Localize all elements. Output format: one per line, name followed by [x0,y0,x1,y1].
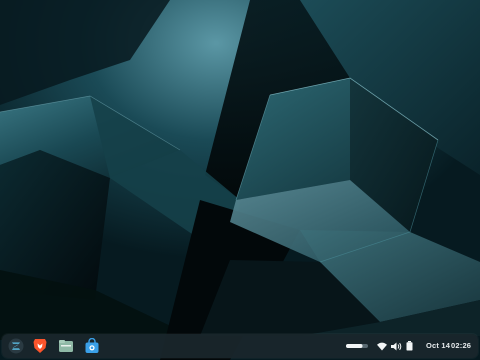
store-bag-icon [84,338,100,354]
zorin-logo-icon [8,338,24,354]
taskbar-app-brave-browser[interactable] [30,336,50,356]
clock-time[interactable]: 02:26 [451,340,471,352]
folder-icon [58,339,74,353]
wifi-icon[interactable] [376,339,388,353]
brave-lion-icon [33,338,47,354]
desktop-wallpaper [0,0,480,360]
brightness-slider[interactable] [346,339,368,353]
clock-date[interactable]: Oct 14 [426,340,450,352]
taskbar-app-files[interactable] [56,336,76,356]
battery-icon[interactable] [404,339,414,353]
taskbar: Oct 14 02:26 [2,334,478,358]
app-menu-button[interactable] [6,336,26,356]
volume-icon[interactable] [390,339,402,353]
desktop[interactable]: Oct 14 02:26 [0,0,480,360]
taskbar-app-software-store[interactable] [82,336,102,356]
